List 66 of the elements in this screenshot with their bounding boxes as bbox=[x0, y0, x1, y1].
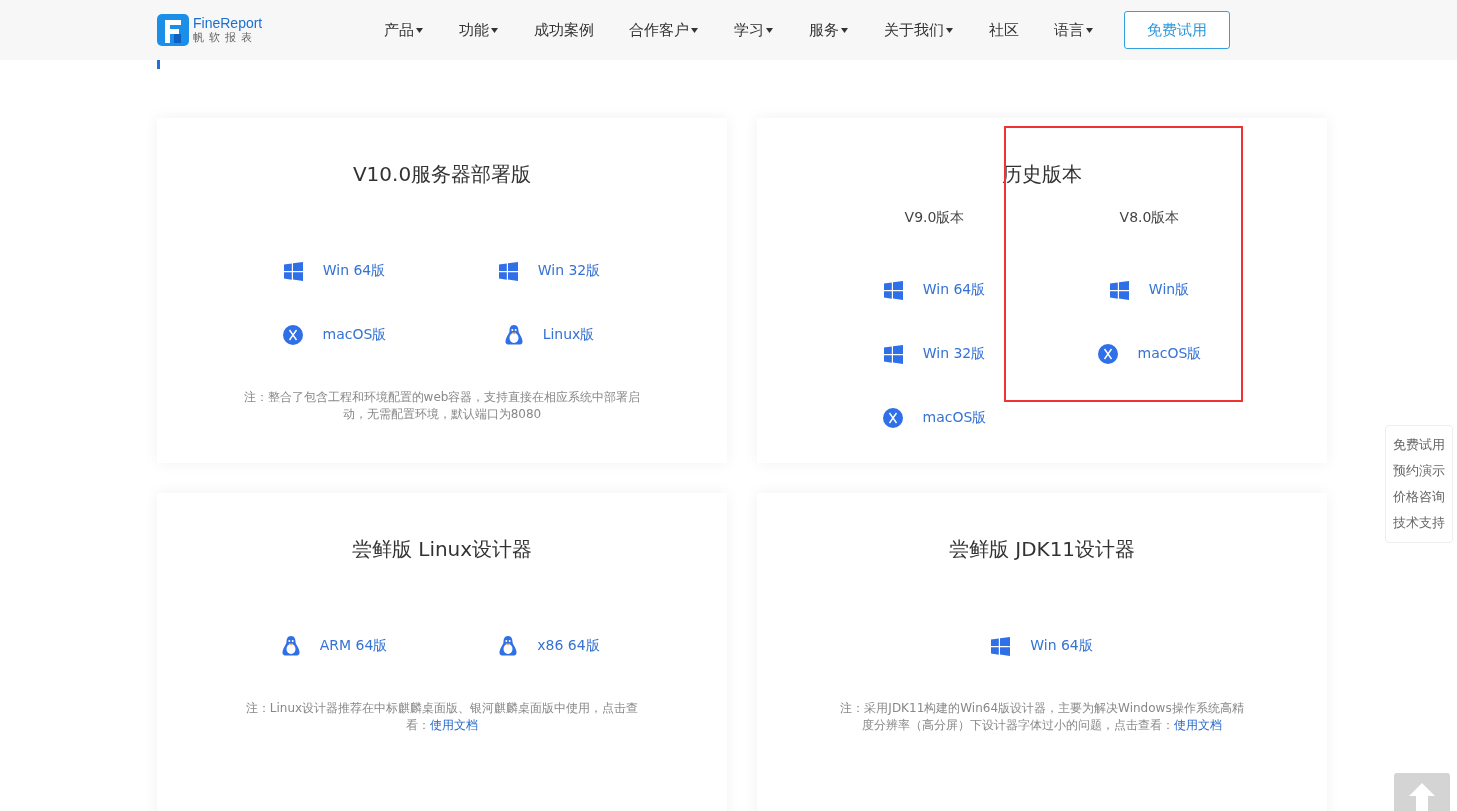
nav-item[interactable]: 产品 bbox=[373, 20, 434, 40]
nav-item[interactable]: 功能 bbox=[448, 20, 509, 40]
penguin-icon bbox=[499, 636, 518, 656]
download-link[interactable]: Win版 bbox=[1109, 277, 1190, 303]
download-label: Linux版 bbox=[542, 326, 595, 344]
penguin-icon bbox=[281, 636, 300, 656]
docs-link[interactable]: 使用文档 bbox=[430, 718, 478, 732]
card-title: 尝鲜版 JDK11设计器 bbox=[948, 536, 1136, 563]
up-arrow-icon bbox=[1409, 783, 1435, 811]
download-link[interactable]: macOS版 bbox=[227, 322, 442, 348]
side-menu-item[interactable]: 技术支持 bbox=[1393, 514, 1445, 532]
download-label: Win 32版 bbox=[922, 345, 986, 363]
download-label: macOS版 bbox=[1137, 345, 1202, 363]
side-menu-item[interactable]: 免费试用 bbox=[1393, 436, 1445, 454]
download-link[interactable]: Win 64版 bbox=[227, 258, 442, 284]
nav-item[interactable]: 合作客户 bbox=[618, 20, 709, 40]
windows-icon bbox=[498, 261, 518, 281]
download-link[interactable]: macOS版 bbox=[882, 405, 987, 431]
download-link[interactable]: ARM 64版 bbox=[227, 633, 442, 659]
x-circle-icon bbox=[882, 408, 903, 428]
nav-item[interactable]: 语言 bbox=[1043, 20, 1104, 40]
download-label: Win 64版 bbox=[322, 262, 386, 280]
card-title: V10.0服务器部署版 bbox=[352, 161, 532, 188]
logo-subtitle: 帆软报表 bbox=[193, 31, 257, 44]
download-label: x86 64版 bbox=[537, 637, 600, 655]
download-label: Win 64版 bbox=[1030, 637, 1093, 655]
back-to-top-button[interactable] bbox=[1394, 773, 1450, 811]
windows-icon bbox=[883, 344, 903, 364]
card-note: 注：采用JDK11构建的Win64版设计器，主要为解决Windows操作系统高精度分辨率（高分屏）下设计器字体过小的问题，点击查看：使用文档 bbox=[839, 700, 1245, 734]
download-link[interactable]: Win 64版 bbox=[934, 633, 1150, 659]
card-note: 注：整合了包含工程和环境配置的web容器，支持直接在相应系统中部署启动，无需配置环境，默认端口为8080 bbox=[242, 389, 642, 423]
download-link[interactable]: Win 32版 bbox=[883, 341, 986, 367]
section-marker bbox=[157, 60, 160, 69]
free-trial-button[interactable]: 免费试用 bbox=[1124, 11, 1230, 49]
x-circle-icon bbox=[1097, 344, 1118, 364]
version-heading: V8.0版本 bbox=[1119, 208, 1180, 227]
nav-item[interactable]: 成功案例 bbox=[523, 20, 605, 40]
download-link[interactable]: macOS版 bbox=[1097, 341, 1202, 367]
nav-item[interactable]: 社区 bbox=[978, 20, 1030, 40]
download-label: macOS版 bbox=[922, 409, 987, 427]
windows-icon bbox=[991, 636, 1011, 656]
download-link[interactable]: Win 64版 bbox=[883, 277, 986, 303]
download-label: ARM 64版 bbox=[319, 637, 388, 655]
windows-icon bbox=[883, 280, 903, 300]
download-label: Win 64版 bbox=[922, 281, 986, 299]
download-link[interactable]: Linux版 bbox=[442, 322, 657, 348]
docs-link[interactable]: 使用文档 bbox=[1174, 718, 1222, 732]
windows-icon bbox=[283, 261, 303, 281]
windows-icon bbox=[1109, 280, 1129, 300]
download-label: macOS版 bbox=[322, 326, 387, 344]
version-heading: V9.0版本 bbox=[904, 208, 965, 227]
download-label: Win版 bbox=[1148, 281, 1190, 299]
logo-name: FineReport bbox=[193, 16, 263, 32]
side-menu-item[interactable]: 预约演示 bbox=[1393, 462, 1445, 480]
download-link[interactable]: x86 64版 bbox=[442, 633, 657, 659]
x-circle-icon bbox=[282, 325, 303, 345]
logo-icon bbox=[157, 14, 189, 46]
card-note: 注：Linux设计器推荐在中标麒麟桌面版、银河麒麟桌面版中使用，点击查看：使用文档 bbox=[244, 700, 640, 734]
penguin-icon bbox=[504, 325, 523, 345]
download-label: Win 32版 bbox=[537, 262, 601, 280]
nav-item[interactable]: 关于我们 bbox=[873, 20, 964, 40]
nav-item[interactable]: 学习 bbox=[723, 20, 784, 40]
download-link[interactable]: Win 32版 bbox=[442, 258, 657, 284]
side-menu-item[interactable]: 价格咨询 bbox=[1393, 488, 1445, 506]
card-title: 尝鲜版 Linux设计器 bbox=[351, 536, 533, 563]
nav-item[interactable]: 服务 bbox=[798, 20, 859, 40]
